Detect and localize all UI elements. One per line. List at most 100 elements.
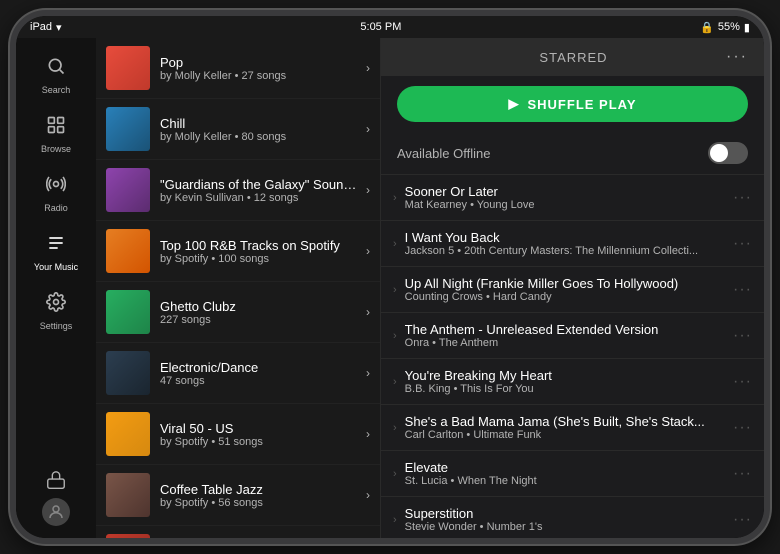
playlist-info: Electronic/Dance 47 songs	[160, 360, 362, 387]
sidebar-item-browse-label: Browse	[41, 144, 71, 154]
more-options-button[interactable]: ···	[726, 48, 748, 66]
playlist-item[interactable]: Top 100 R&B Tracks on Spotify by Spotify…	[96, 221, 380, 282]
chevron-right-icon: ›	[366, 305, 370, 319]
track-panel: STARRED ··· ▶ SHUFFLE PLAY Available Off…	[381, 38, 764, 538]
track-more-button[interactable]: ···	[733, 373, 752, 391]
track-chevron-icon: ›	[393, 468, 397, 480]
status-bar: iPad ▾ 5:05 PM 🔒 55% ▮	[16, 16, 764, 38]
track-artist: Counting Crows • Hard Candy	[405, 291, 727, 303]
settings-icon	[46, 292, 66, 318]
track-title: The Anthem - Unreleased Extended Version	[405, 322, 727, 337]
playlist-item[interactable]: Chill by Molly Keller • 80 songs ›	[96, 99, 380, 160]
track-item[interactable]: › Elevate St. Lucia • When The Night ···	[381, 451, 764, 497]
sidebar-item-radio-label: Radio	[44, 203, 68, 213]
track-more-button[interactable]: ···	[733, 327, 752, 345]
track-more-button[interactable]: ···	[733, 281, 752, 299]
playlist-thumb	[106, 534, 150, 538]
playlist-meta: 47 songs	[160, 375, 362, 387]
track-info: Superstition Stevie Wonder • Number 1's	[405, 506, 727, 533]
shuffle-play-button[interactable]: ▶ SHUFFLE PLAY	[397, 86, 748, 122]
status-right: 🔒 55% ▮	[700, 21, 750, 34]
play-triangle-icon: ▶	[508, 96, 519, 112]
playlist-thumb	[106, 473, 150, 517]
track-panel-title: STARRED	[421, 50, 726, 65]
playlist-item[interactable]: Coffee Table Jazz by Spotify • 56 songs …	[96, 465, 380, 526]
playlist-thumb	[106, 351, 150, 395]
sidebar-item-settings-label: Settings	[40, 321, 73, 331]
track-more-button[interactable]: ···	[733, 189, 752, 207]
playlist-info: Coffee Table Jazz by Spotify • 56 songs	[160, 482, 362, 509]
chevron-right-icon: ›	[366, 183, 370, 197]
user-avatar[interactable]	[42, 498, 70, 526]
track-title: Up All Night (Frankie Miller Goes To Hol…	[405, 276, 727, 291]
track-info: You're Breaking My Heart B.B. King • Thi…	[405, 368, 727, 395]
playlist-name: Electronic/Dance	[160, 360, 362, 375]
playlist-thumb	[106, 46, 150, 90]
track-artist: B.B. King • This Is For You	[405, 383, 727, 395]
offline-toggle[interactable]	[708, 142, 748, 164]
track-artist: Stevie Wonder • Number 1's	[405, 521, 727, 533]
track-item[interactable]: › She's a Bad Mama Jama (She's Built, Sh…	[381, 405, 764, 451]
your-music-icon	[46, 233, 66, 259]
playlist-thumb	[106, 290, 150, 334]
track-artist: Jackson 5 • 20th Century Masters: The Mi…	[405, 245, 727, 257]
playlist-meta: 227 songs	[160, 314, 362, 326]
track-more-button[interactable]: ···	[733, 235, 752, 253]
track-item[interactable]: › Superstition Stevie Wonder • Number 1'…	[381, 497, 764, 538]
track-more-button[interactable]: ···	[733, 419, 752, 437]
playlist-name: Viral 50 - US	[160, 421, 362, 436]
track-chevron-icon: ›	[393, 330, 397, 342]
track-item[interactable]: › I Want You Back Jackson 5 • 20th Centu…	[381, 221, 764, 267]
chevron-right-icon: ›	[366, 427, 370, 441]
offline-label: Available Offline	[397, 146, 490, 161]
sidebar-item-your-music[interactable]: Your Music	[16, 223, 96, 282]
shuffle-play-label: SHUFFLE PLAY	[527, 97, 636, 112]
track-item[interactable]: › Up All Night (Frankie Miller Goes To H…	[381, 267, 764, 313]
lock-icon: 🔒	[700, 21, 714, 34]
sidebar-item-browse[interactable]: Browse	[16, 105, 96, 164]
playlist-panel[interactable]: Pop by Molly Keller • 27 songs › Chill b…	[96, 38, 381, 538]
sidebar-item-search[interactable]: Search	[16, 46, 96, 105]
track-info: Elevate St. Lucia • When The Night	[405, 460, 727, 487]
track-title: She's a Bad Mama Jama (She's Built, She'…	[405, 414, 727, 429]
track-item[interactable]: › The Anthem - Unreleased Extended Versi…	[381, 313, 764, 359]
playlist-info: Viral 50 - US by Spotify • 51 songs	[160, 421, 362, 448]
playlist-info: Chill by Molly Keller • 80 songs	[160, 116, 362, 143]
track-title: Sooner Or Later	[405, 184, 727, 199]
track-item[interactable]: › Sooner Or Later Mat Kearney • Young Lo…	[381, 175, 764, 221]
chevron-right-icon: ›	[366, 488, 370, 502]
sidebar-item-your-music-label: Your Music	[34, 262, 78, 272]
app-body: Search Browse Radi	[16, 38, 764, 538]
playlist-name: "Guardians of the Galaxy" Soundtrack	[160, 177, 362, 192]
track-chevron-icon: ›	[393, 192, 397, 204]
playlist-item[interactable]: Billboard Hot 100 by billboard.com • 96 …	[96, 526, 380, 538]
track-chevron-icon: ›	[393, 514, 397, 526]
battery-icon: ▮	[744, 21, 750, 34]
device-connect-icon[interactable]	[42, 466, 70, 494]
wifi-icon: ▾	[56, 21, 62, 34]
sidebar-bottom	[42, 466, 70, 538]
track-more-button[interactable]: ···	[733, 465, 752, 483]
playlist-item[interactable]: Viral 50 - US by Spotify • 51 songs ›	[96, 404, 380, 465]
playlist-name: Coffee Table Jazz	[160, 482, 362, 497]
track-more-button[interactable]: ···	[733, 511, 752, 529]
track-artist: St. Lucia • When The Night	[405, 475, 727, 487]
playlist-item[interactable]: Electronic/Dance 47 songs ›	[96, 343, 380, 404]
track-artist: Onra • The Anthem	[405, 337, 727, 349]
playlist-name: Top 100 R&B Tracks on Spotify	[160, 238, 362, 253]
playlist-thumb	[106, 229, 150, 273]
track-item[interactable]: › You're Breaking My Heart B.B. King • T…	[381, 359, 764, 405]
sidebar: Search Browse Radi	[16, 38, 96, 538]
playlist-item[interactable]: Ghetto Clubz 227 songs ›	[96, 282, 380, 343]
playlist-item[interactable]: Pop by Molly Keller • 27 songs ›	[96, 38, 380, 99]
playlist-meta: by Molly Keller • 80 songs	[160, 131, 362, 143]
device-frame: iPad ▾ 5:05 PM 🔒 55% ▮ Sear	[10, 10, 770, 544]
status-time: 5:05 PM	[360, 21, 401, 33]
sidebar-item-settings[interactable]: Settings	[16, 282, 96, 341]
sidebar-item-radio[interactable]: Radio	[16, 164, 96, 223]
offline-row: Available Offline	[381, 132, 764, 175]
chevron-right-icon: ›	[366, 366, 370, 380]
playlist-meta: by Spotify • 56 songs	[160, 497, 362, 509]
track-title: You're Breaking My Heart	[405, 368, 727, 383]
playlist-item[interactable]: "Guardians of the Galaxy" Soundtrack by …	[96, 160, 380, 221]
